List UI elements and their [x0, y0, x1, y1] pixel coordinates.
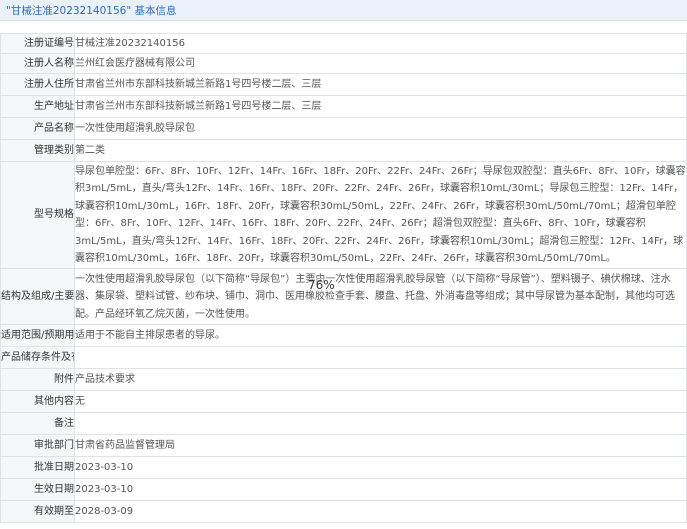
table-row: 注册人住所 甘肃省兰州市东部科技新城兰新路1号四号楼二层、三层 [0, 73, 687, 96]
row-value: 甘肃省兰州市东部科技新城兰新路1号四号楼二层、三层 [74, 95, 687, 118]
row-value: 导尿包单腔型：6Fr、8Fr、10Fr、12Fr、14Fr、16Fr、18Fr、… [74, 160, 687, 270]
info-table: 注册证编号 甘械注准20232140156 注册人名称 兰州红会医疗器械有限公司… [0, 33, 687, 524]
row-label: 结构及组成/主要组成成分 [0, 268, 75, 326]
row-value: 甘肃省药品监督管理局 [74, 434, 687, 458]
row-value: 适用于不能自主排尿患者的导尿。 [74, 324, 687, 348]
table-row: 结构及组成/主要组成成分 一次性使用超滑乳胶导尿包（以下简称“导尿包”）主要由一… [0, 268, 687, 326]
row-label: 适用范围/预期用途 [0, 324, 75, 348]
table-row: 产品名称 一次性使用超滑乳胶导尿包 [0, 117, 687, 140]
row-label: 生产地址 [0, 95, 75, 118]
row-label: 产品储存条件及有效期 [0, 346, 75, 370]
table-row: 生产地址 甘肃省兰州市东部科技新城兰新路1号四号楼二层、三层 [0, 95, 687, 118]
row-label: 生效日期 [0, 478, 75, 502]
row-label: 审批部门 [0, 434, 75, 458]
row-value: 2023-03-10 [74, 456, 687, 480]
row-label: 其他内容 [0, 390, 75, 414]
row-label: 注册人住所 [0, 73, 75, 96]
row-value: 甘肃省兰州市东部科技新城兰新路1号四号楼二层、三层 [74, 73, 687, 96]
row-label: 附件 [0, 368, 75, 392]
table-row: 型号规格 导尿包单腔型：6Fr、8Fr、10Fr、12Fr、14Fr、16Fr、… [0, 160, 687, 270]
row-label: 型号规格 [0, 160, 75, 270]
row-value: 兰州红会医疗器械有限公司 [74, 53, 687, 74]
section-title: "甘械注准20232140156" 基本信息 [6, 5, 177, 17]
table-row: 其他内容 无 [0, 390, 687, 414]
row-value: 一次性使用超滑乳胶导尿包 [74, 117, 687, 140]
table-row: 生效日期 2023-03-10 [0, 478, 687, 502]
section-header: "甘械注准20232140156" 基本信息 [0, 0, 687, 21]
row-value: 2023-03-10 [74, 478, 687, 502]
table-row: 审批部门 甘肃省药品监督管理局 [0, 434, 687, 458]
table-row: 产品储存条件及有效期 [0, 346, 687, 370]
row-label: 备注 [0, 412, 75, 436]
row-value: 产品技术要求 [74, 368, 687, 392]
table-row: 附件 产品技术要求 [0, 368, 687, 392]
row-label: 管理类别 [0, 139, 75, 162]
table-row: 注册证编号 甘械注准20232140156 [0, 33, 687, 54]
row-value [74, 346, 687, 370]
row-value: 甘械注准20232140156 [74, 33, 687, 54]
row-label: 批准日期 [0, 456, 75, 480]
row-value: 2028-03-09 [74, 500, 687, 524]
table-row: 有效期至 2028-03-09 [0, 500, 687, 524]
zoom-level-indicator: 76% [308, 278, 335, 292]
table-row: 管理类别 第二类 [0, 139, 687, 162]
table-row: 适用范围/预期用途 适用于不能自主排尿患者的导尿。 [0, 324, 687, 348]
table-row: 备注 [0, 412, 687, 436]
table-row: 批准日期 2023-03-10 [0, 456, 687, 480]
row-value: 第二类 [74, 139, 687, 162]
row-label: 产品名称 [0, 117, 75, 140]
row-label: 有效期至 [0, 500, 75, 524]
row-value [74, 412, 687, 436]
row-value: 一次性使用超滑乳胶导尿包（以下简称“导尿包”）主要由一次性使用超滑乳胶导尿管（以… [74, 268, 687, 326]
row-value: 无 [74, 390, 687, 414]
row-label: 注册证编号 [0, 33, 75, 54]
table-row: 注册人名称 兰州红会医疗器械有限公司 [0, 53, 687, 74]
row-label: 注册人名称 [0, 53, 75, 74]
